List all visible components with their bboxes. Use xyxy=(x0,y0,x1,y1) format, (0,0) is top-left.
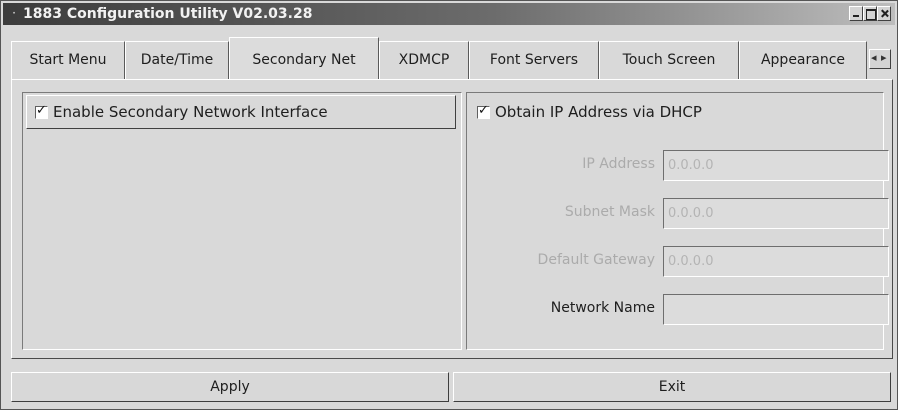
dhcp-checkbox-box[interactable]: ✓ xyxy=(477,102,490,119)
ip-address-input xyxy=(663,150,889,181)
secondary-net-panel: ✓ Enable Secondary Network Interface ✓ O… xyxy=(11,79,893,359)
tab-bar: Start Menu Date/Time Secondary Net XDMCP… xyxy=(11,37,891,79)
subnet-mask-label: Subnet Mask xyxy=(564,204,655,220)
ip-address-row: IP Address xyxy=(477,150,889,182)
default-gateway-row: Default Gateway xyxy=(477,246,889,278)
default-gateway-input xyxy=(663,246,889,277)
subnet-mask-row: Subnet Mask xyxy=(477,198,889,230)
dhcp-label: Obtain IP Address via DHCP xyxy=(495,103,702,121)
apply-button[interactable]: Apply xyxy=(11,372,449,402)
enable-secondary-interface-checkbox[interactable]: ✓ Enable Secondary Network Interface xyxy=(26,95,456,129)
tab-secondary-net[interactable]: Secondary Net xyxy=(229,37,379,79)
maximize-icon[interactable] xyxy=(863,6,877,21)
enable-checkbox-box[interactable]: ✓ xyxy=(35,102,48,119)
interface-group: ✓ Enable Secondary Network Interface xyxy=(22,92,462,350)
tab-date-time[interactable]: Date/Time xyxy=(125,41,229,79)
tab-scroll-arrows-icon[interactable] xyxy=(869,49,891,69)
network-name-row: Network Name xyxy=(477,294,889,326)
config-utility-window: · 1883 Configuration Utility V02.03.28 S… xyxy=(0,0,898,410)
title-bar[interactable]: · 1883 Configuration Utility V02.03.28 xyxy=(3,3,895,25)
system-menu-icon[interactable]: · xyxy=(8,5,20,21)
subnet-mask-input xyxy=(663,198,889,229)
dhcp-checkbox[interactable]: ✓ Obtain IP Address via DHCP xyxy=(477,103,702,121)
ip-address-label: IP Address xyxy=(582,156,655,172)
window-title: 1883 Configuration Utility V02.03.28 xyxy=(23,6,313,22)
network-name-label: Network Name xyxy=(550,300,655,316)
ip-settings-group: ✓ Obtain IP Address via DHCP IP Address … xyxy=(466,92,889,350)
tab-touch-screen[interactable]: Touch Screen xyxy=(599,41,739,79)
enable-secondary-interface-label: Enable Secondary Network Interface xyxy=(53,103,328,121)
tab-appearance[interactable]: Appearance xyxy=(739,41,867,79)
tab-font-servers[interactable]: Font Servers xyxy=(469,41,599,79)
default-gateway-label: Default Gateway xyxy=(537,252,655,268)
minimize-icon[interactable] xyxy=(849,6,863,21)
tab-xdmcp[interactable]: XDMCP xyxy=(379,41,469,79)
network-name-input[interactable] xyxy=(663,294,889,325)
exit-button[interactable]: Exit xyxy=(453,372,891,402)
tab-start-menu[interactable]: Start Menu xyxy=(11,41,125,79)
window-controls xyxy=(849,6,891,21)
close-icon[interactable] xyxy=(877,6,891,21)
checkmark-icon: ✓ xyxy=(478,102,489,118)
checkmark-icon: ✓ xyxy=(36,102,47,118)
